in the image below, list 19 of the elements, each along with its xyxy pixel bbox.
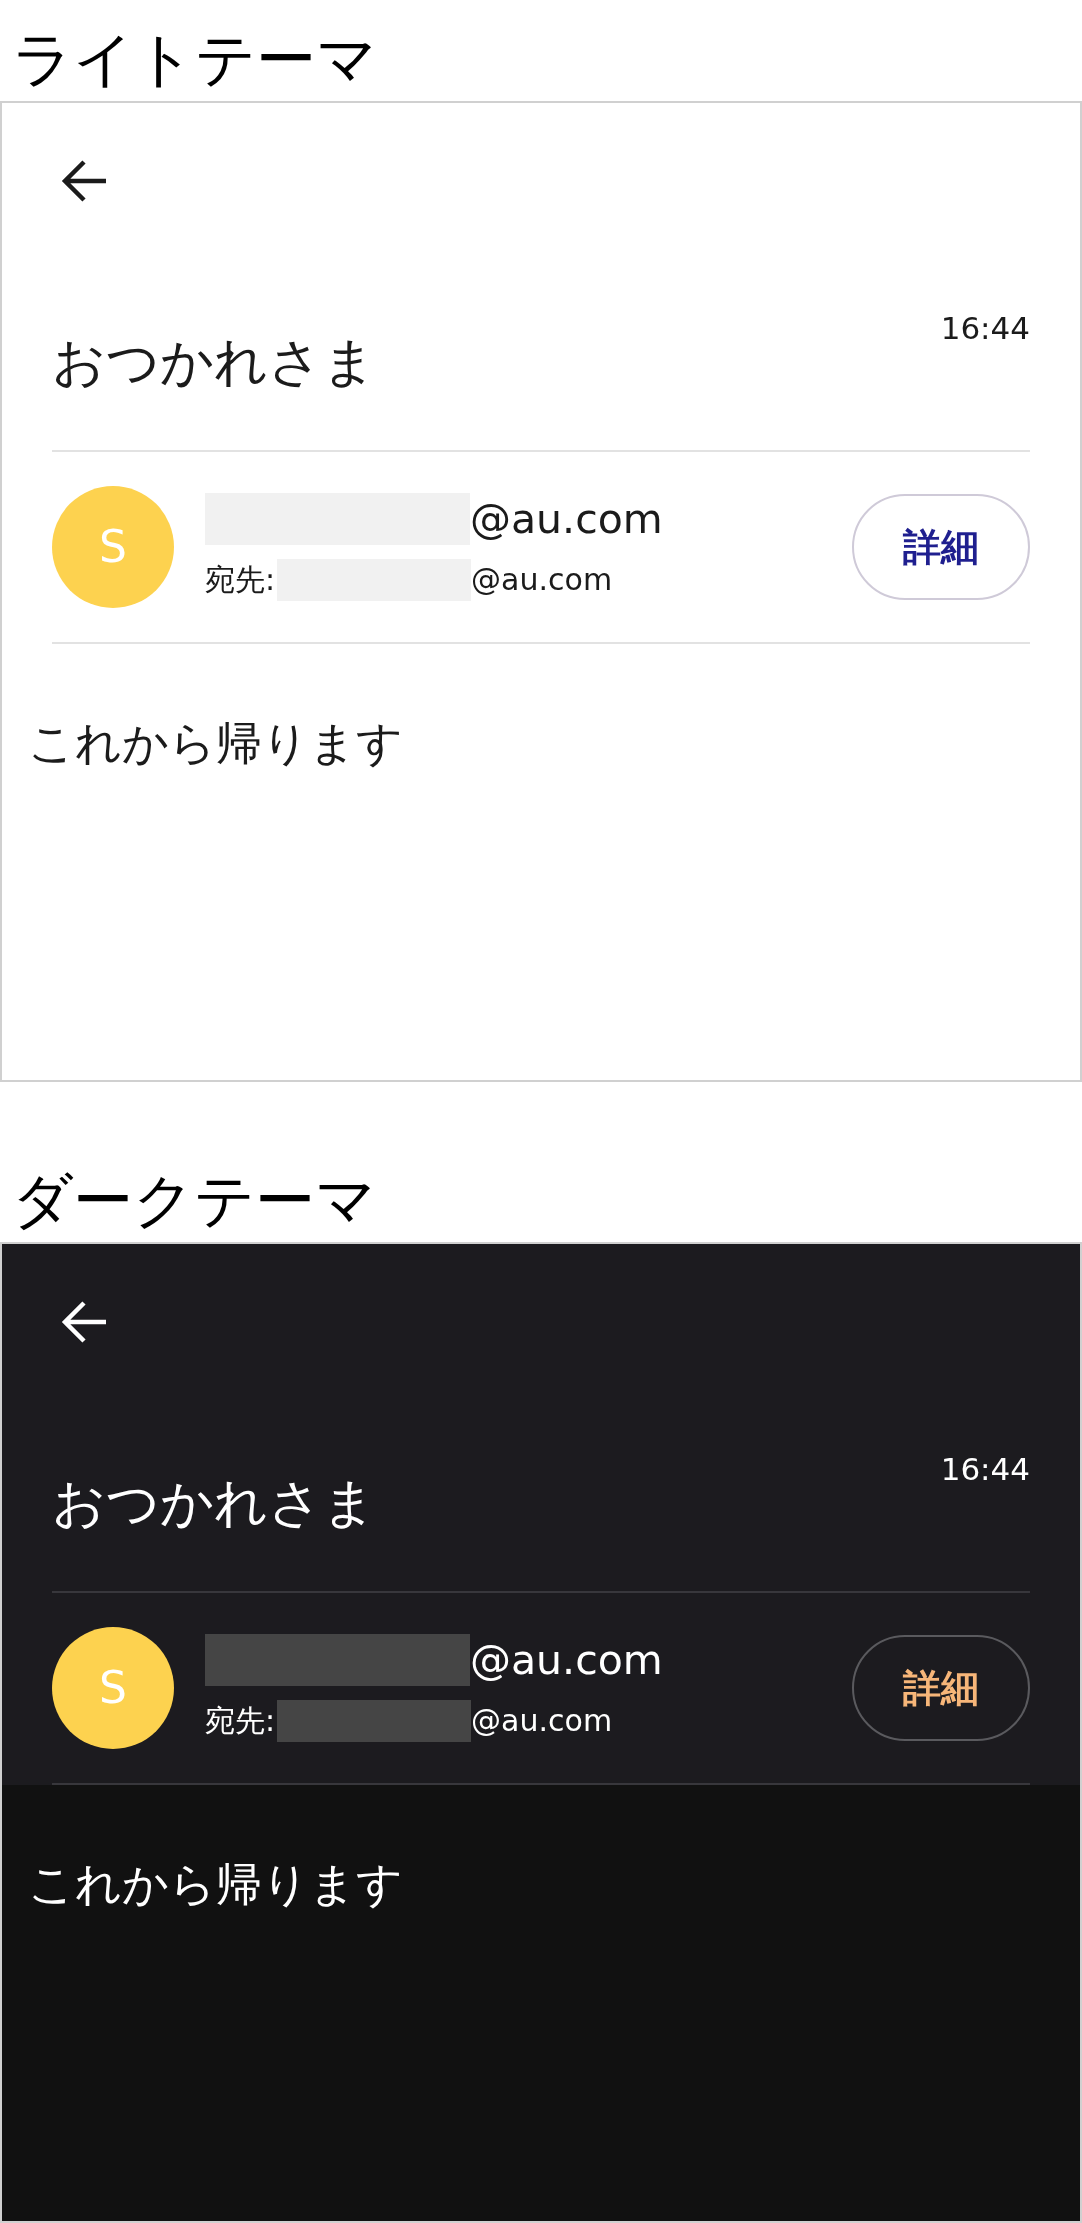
avatar: S: [52, 486, 174, 608]
recipient-address: @au.com: [471, 565, 613, 595]
sender-address: @au.com: [470, 498, 663, 540]
avatar: S: [52, 1627, 174, 1749]
subject-text: おつかれさま: [52, 1476, 376, 1529]
message-body: これから帰ります: [28, 716, 403, 770]
time-text: 16:44: [940, 313, 1030, 344]
subject-text: おつかれさま: [52, 335, 376, 388]
time-text: 16:44: [940, 1454, 1030, 1485]
back-arrow-icon[interactable]: [60, 159, 108, 203]
details-button[interactable]: 詳細: [852, 1635, 1030, 1741]
recipient-label: 宛先:: [205, 1706, 276, 1736]
section-heading: ダークテーマ: [12, 1170, 376, 1230]
section-heading: ライトテーマ: [12, 29, 377, 89]
message-body: これから帰ります: [28, 1857, 403, 1911]
recipient-address: @au.com: [471, 1706, 613, 1736]
details-button[interactable]: 詳細: [852, 494, 1030, 600]
recipient-label: 宛先:: [205, 565, 276, 595]
sender-address: @au.com: [470, 1639, 663, 1681]
